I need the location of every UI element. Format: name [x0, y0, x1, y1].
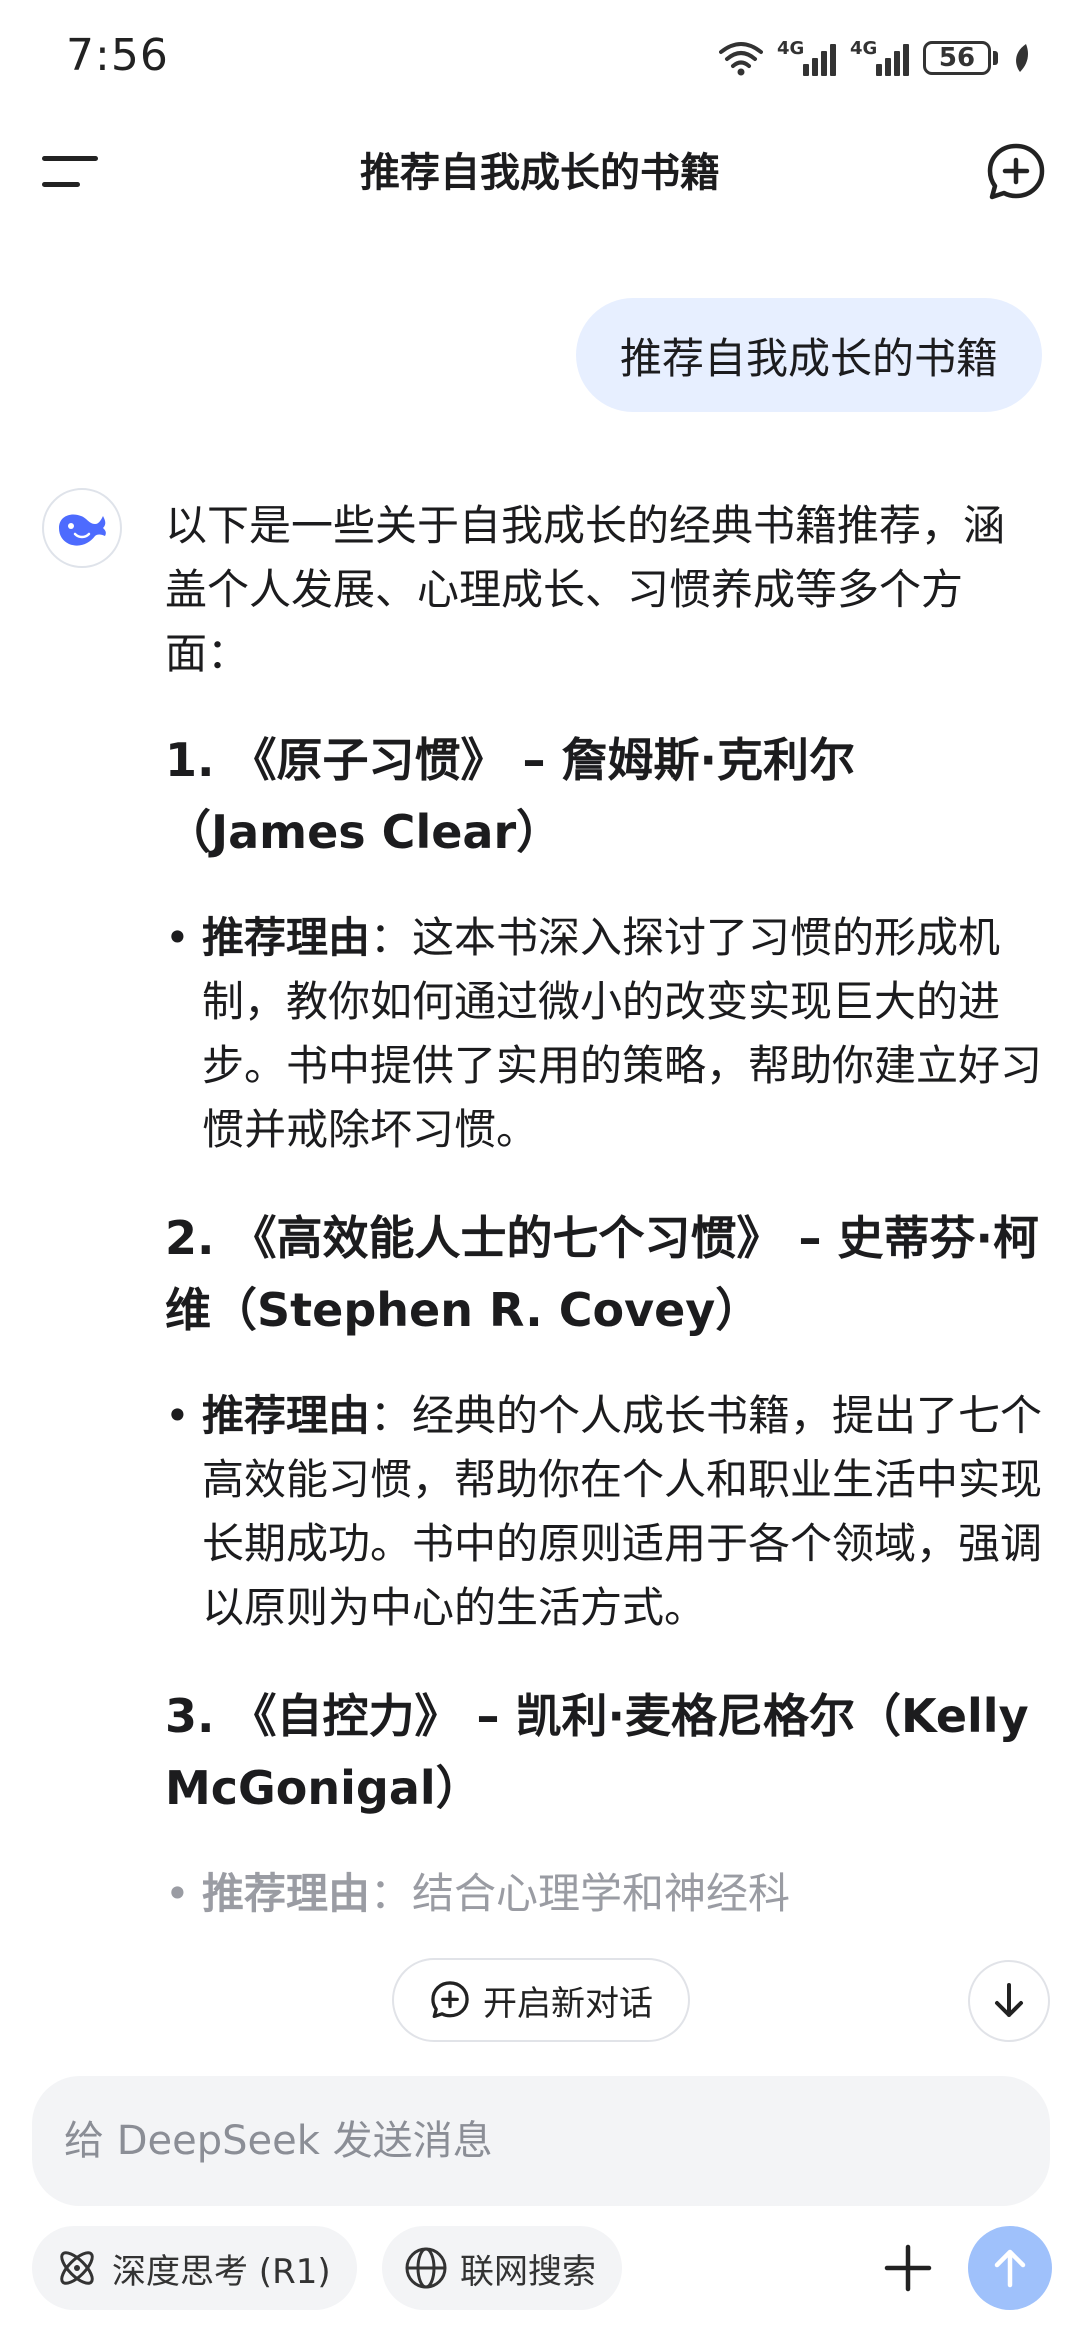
signal-icon: 4G — [777, 38, 836, 76]
book-reasons-2: 推荐理由：经典的个人成长书籍，提出了七个高效能习惯，帮助你在个人和职业生活中实现… — [165, 1384, 1045, 1640]
new-dialog-button[interactable]: 开启新对话 — [392, 1958, 690, 2042]
assistant-message: 以下是一些关于自我成长的经典书籍推荐，涵盖个人发展、心理成长、习惯养成等多个方面… — [165, 494, 1045, 1966]
deep-think-label: 深度思考 (R1) — [112, 2251, 331, 2292]
status-icons: 4G 4G 56 — [719, 34, 1032, 82]
message-composer — [32, 2076, 1050, 2206]
list-item: 推荐理由：这本书深入探讨了习惯的形成机制，教你如何通过微小的改变实现巨大的进步。… — [165, 906, 1045, 1162]
book-reasons-3: 推荐理由：结合心理学和神经科 — [165, 1862, 1045, 1926]
network-type-2: 4G — [850, 38, 878, 59]
globe-icon — [405, 2247, 447, 2289]
page-title: 推荐自我成长的书籍 — [360, 150, 720, 196]
book-heading-3: 3. 《自控力》 – 凯利·麦格尼格尔（Kelly McGonigal） — [165, 1689, 1029, 1815]
whale-logo-icon — [59, 514, 106, 546]
reason-label: 推荐理由 — [202, 913, 371, 962]
arrow-down-icon — [995, 1983, 1023, 2017]
new-dialog-label: 开启新对话 — [483, 1983, 653, 2024]
wifi-icon — [719, 42, 763, 76]
assistant-intro: 以下是一些关于自我成长的经典书籍推荐，涵盖个人发展、心理成长、习惯养成等多个方面… — [165, 501, 1006, 678]
web-search-toggle[interactable]: 联网搜索 — [382, 2226, 622, 2310]
reason-text: ：结合心理学和神经科 — [370, 1869, 791, 1918]
chat-plus-icon — [987, 143, 1045, 200]
list-item: 推荐理由：结合心理学和神经科 — [165, 1862, 1045, 1926]
status-time: 7:56 — [66, 30, 169, 81]
message-input[interactable] — [62, 2117, 1020, 2165]
list-item: 推荐理由：经典的个人成长书籍，提出了七个高效能习惯，帮助你在个人和职业生活中实现… — [165, 1384, 1045, 1640]
signal-icon: 4G — [850, 38, 909, 76]
new-chat-button[interactable] — [984, 140, 1048, 204]
assistant-avatar — [42, 488, 122, 568]
send-button[interactable] — [968, 2226, 1052, 2310]
reason-label: 推荐理由 — [202, 1869, 371, 1918]
user-message-bubble: 推荐自我成长的书籍 — [575, 298, 1042, 412]
web-search-label: 联网搜索 — [460, 2251, 596, 2292]
battery-icon: 56 — [923, 41, 998, 75]
chat-plus-icon — [431, 1981, 469, 2019]
book-heading-2: 2. 《高效能人士的七个习惯》 – 史蒂芬·柯维（Stephen R. Cove… — [165, 1211, 1039, 1337]
arrow-up-icon — [994, 2249, 1026, 2288]
leaf-icon — [1016, 44, 1028, 72]
plus-icon — [884, 2244, 932, 2292]
book-reasons-1: 推荐理由：这本书深入探讨了习惯的形成机制，教你如何通过微小的改变实现巨大的进步。… — [165, 906, 1045, 1162]
deep-think-toggle[interactable]: 深度思考 (R1) — [32, 2226, 357, 2310]
network-type-1: 4G — [777, 38, 805, 59]
scroll-to-bottom-button[interactable] — [968, 1960, 1050, 2042]
attach-button[interactable] — [870, 2230, 946, 2306]
battery-level: 56 — [923, 41, 991, 75]
reason-label: 推荐理由 — [202, 1391, 371, 1440]
book-heading-1: 1. 《原子习惯》 – 詹姆斯·克利尔（James Clear） — [165, 733, 855, 859]
atom-icon — [60, 2251, 94, 2285]
